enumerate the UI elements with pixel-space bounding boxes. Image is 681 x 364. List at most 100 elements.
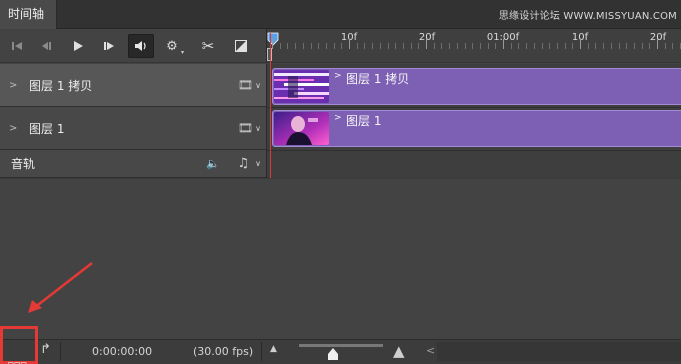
ruler-tick — [426, 39, 427, 49]
time-ruler[interactable]: 10f 20f 01:00f 10f 20f — [266, 29, 681, 63]
ruler-tick — [372, 43, 374, 49]
video-clip-layer-1[interactable]: > 图层 1 — [272, 110, 681, 147]
ruler-tick — [395, 43, 397, 49]
render-video-icon[interactable]: ↱ — [40, 342, 51, 357]
ruler-tick — [549, 43, 551, 49]
tab-timeline[interactable]: 时间轴 — [0, 0, 57, 29]
chevron-down-icon[interactable]: ∨ — [255, 124, 261, 133]
playhead-marker-icon[interactable] — [267, 32, 279, 46]
ruler-tick — [433, 43, 435, 49]
speaker-icon[interactable]: 🔈 — [206, 157, 220, 170]
transition-button[interactable] — [229, 34, 253, 58]
panel-tab-bar: 时间轴 思缘设计论坛 WWW.MISSYUAN.COM — [0, 0, 681, 29]
ruler-tick — [279, 43, 281, 49]
ruler-tick — [633, 43, 635, 49]
layer-row-layer-1[interactable]: > 图层 1 🎞 ∨ — [0, 107, 266, 150]
audio-toggle-button[interactable] — [128, 34, 154, 58]
watermark-text: 思缘设计论坛 WWW.MISSYUAN.COM — [498, 11, 677, 22]
ruler-tick — [410, 43, 412, 49]
transition-icon — [235, 40, 247, 52]
ruler-tick — [510, 43, 512, 49]
ruler-tick — [603, 43, 605, 49]
ruler-tick — [649, 43, 651, 49]
timeline-empty-area — [0, 178, 681, 339]
previous-frame-icon — [42, 42, 51, 50]
track-divider — [267, 150, 681, 151]
ruler-tick — [526, 43, 528, 49]
clip-name: 图层 1 — [346, 114, 382, 128]
scroll-left-icon[interactable]: < — [426, 344, 435, 357]
gear-icon: ⚙ — [166, 38, 178, 54]
zoom-in-icon[interactable]: ▲ — [393, 342, 405, 360]
chevron-down-icon: ▾ — [180, 49, 184, 56]
divider — [261, 342, 262, 361]
ruler-tick — [672, 43, 674, 49]
next-frame-icon — [104, 42, 114, 50]
clip-thumbnail — [274, 112, 329, 145]
settings-button[interactable]: ⚙ ▾ — [160, 34, 184, 58]
ruler-tick — [618, 43, 620, 49]
play-icon — [74, 41, 83, 51]
ruler-tick — [272, 39, 273, 49]
ruler-tick — [664, 43, 666, 49]
chevron-down-icon[interactable]: ∨ — [255, 159, 261, 168]
split-at-playhead-button[interactable]: ✂ — [196, 34, 220, 58]
zoom-out-icon[interactable]: ▲ — [270, 344, 277, 354]
ruler-tick — [287, 43, 289, 49]
film-strip-icon[interactable]: 🎞 — [238, 78, 253, 92]
ruler-tick — [456, 43, 458, 49]
ruler-tick — [626, 43, 628, 49]
film-strip-icon[interactable]: 🎞 — [238, 121, 253, 135]
ruler-tick — [295, 43, 297, 49]
ruler-tick — [318, 43, 320, 49]
ruler-tick — [387, 43, 389, 49]
ruler-tick — [580, 39, 581, 49]
ruler-tick — [533, 43, 535, 49]
clip-thumbnail — [274, 70, 329, 103]
previous-frame-button[interactable] — [34, 34, 58, 58]
layer-row-layer-1-copy[interactable]: > 图层 1 拷贝 🎞 ∨ — [0, 64, 266, 107]
music-note-icon[interactable]: ♫ — [237, 156, 249, 171]
ruler-tick — [341, 43, 343, 49]
ruler-tick — [472, 43, 474, 49]
chevron-down-icon[interactable]: ∨ — [255, 81, 261, 90]
ruler-tick — [564, 43, 566, 49]
timeline-status-bar: ▫▫▫ ↱ 0:00:00:00 (30.00 fps) ▲ ▲ < — [0, 326, 681, 364]
playhead-line — [270, 33, 271, 178]
ruler-tick — [518, 43, 520, 49]
ruler-tick — [364, 43, 366, 49]
chevron-right-icon[interactable]: > — [334, 71, 342, 81]
horizontal-scrollbar[interactable] — [437, 342, 681, 361]
next-frame-button[interactable] — [97, 34, 121, 58]
ruler-tick — [503, 39, 504, 49]
ruler-tick — [479, 43, 481, 49]
ruler-tick — [610, 43, 612, 49]
ruler-tick — [641, 43, 643, 49]
ruler-tick — [310, 43, 312, 49]
annotation-arrow-icon — [28, 262, 93, 313]
clip-name: 图层 1 拷贝 — [346, 72, 410, 86]
ruler-tick — [441, 43, 443, 49]
play-button[interactable] — [66, 34, 90, 58]
zoom-slider-track[interactable] — [299, 344, 383, 347]
chevron-right-icon[interactable]: > — [334, 113, 342, 123]
frame-rate: (30.00 fps) — [193, 345, 254, 358]
ruler-tick — [495, 43, 497, 49]
current-timecode[interactable]: 0:00:00:00 — [92, 345, 152, 358]
track-divider — [267, 107, 681, 108]
convert-to-frame-animation-icon[interactable]: ▫▫▫ — [7, 358, 27, 364]
video-clip-layer-1-copy[interactable]: > 图层 1 拷贝 — [272, 68, 681, 105]
chevron-right-icon[interactable]: > — [9, 80, 17, 91]
ruler-tick — [587, 43, 589, 49]
track-area[interactable]: > 图层 1 拷贝 > 图层 1 — [266, 64, 681, 178]
zoom-slider-thumb[interactable] — [327, 347, 339, 361]
ruler-tick — [541, 43, 543, 49]
ruler-tick — [449, 43, 451, 49]
layer-name: 图层 1 — [29, 121, 65, 136]
ruler-tick — [356, 43, 358, 49]
go-to-first-frame-button[interactable] — [5, 34, 29, 58]
audio-track-row[interactable]: 音轨 🔈 ♫ ∨ — [0, 150, 266, 178]
chevron-right-icon[interactable]: > — [9, 123, 17, 134]
ruler-tick-label: 20f — [418, 32, 436, 43]
ruler-tick — [487, 43, 489, 49]
